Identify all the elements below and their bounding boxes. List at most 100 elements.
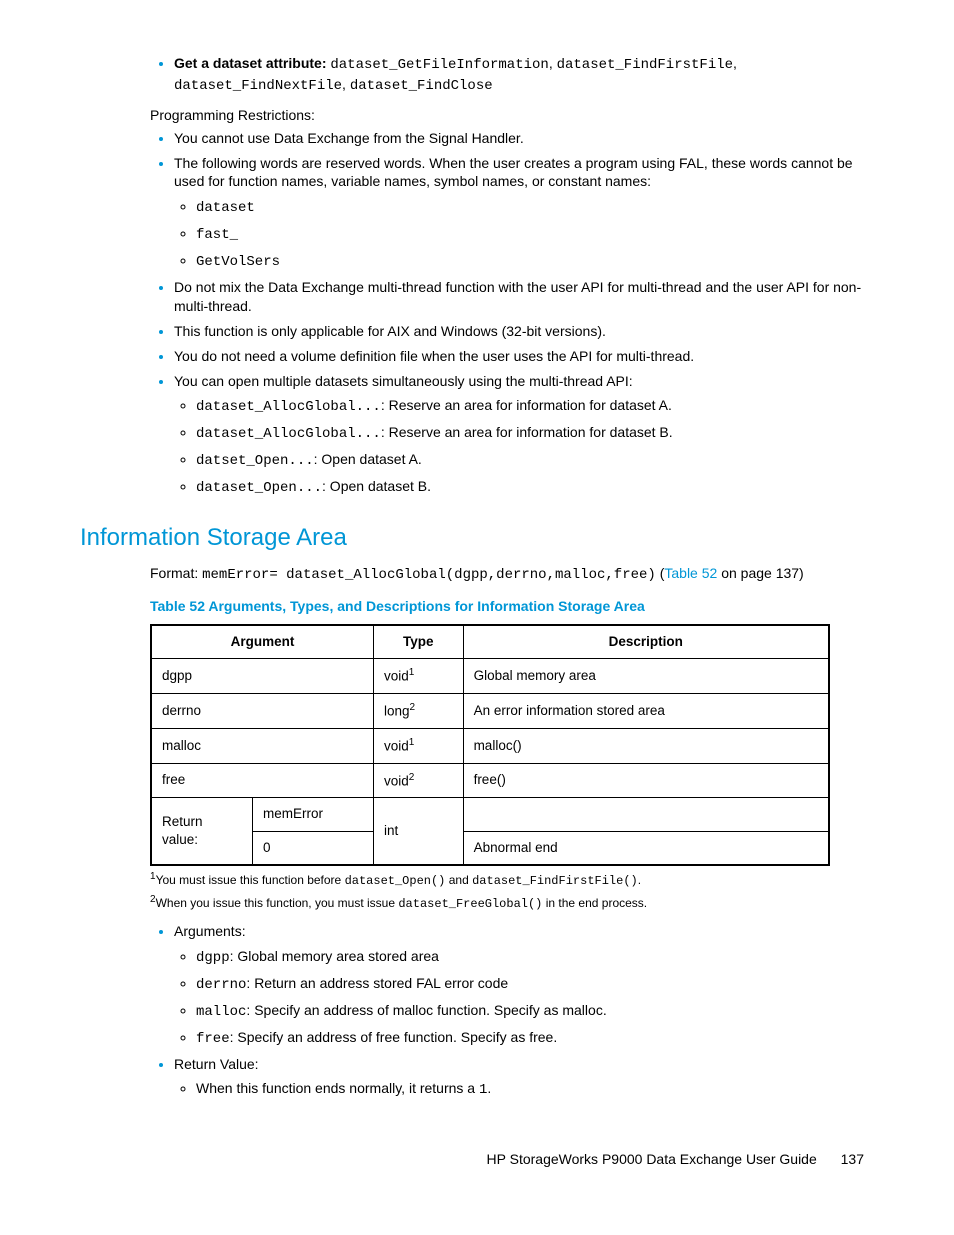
cell-type: long2 [374,694,464,729]
list-item: derrno: Return an address stored FAL err… [196,974,874,995]
list-item: You can open multiple datasets simultane… [174,372,874,498]
top-bullet-list: Get a dataset attribute: dataset_GetFile… [150,54,874,96]
arguments-table: Argument Type Description dgpp void1 Glo… [150,624,830,866]
footnote-1: 1You must issue this function before dat… [150,870,874,889]
code: dataset [196,200,255,216]
restrictions-list: You cannot use Data Exchange from the Si… [150,129,874,498]
code: dataset_Open... [196,480,322,496]
text: long [384,704,410,719]
cell-description [463,798,829,831]
code: free [196,1031,230,1047]
text: in the end process. [542,896,647,910]
footnote-2: 2When you issue this function, you must … [150,893,874,912]
code: dataset_FreeGlobal() [398,897,542,911]
bullet-lead: Get a dataset attribute: [174,55,330,71]
code: dataset_Open() [345,874,446,888]
top-bullet: Get a dataset attribute: dataset_GetFile… [174,54,874,96]
restrictions-label: Programming Restrictions: [150,106,874,125]
cell-description: malloc() [463,728,829,763]
cell-description: An error information stored area [463,694,829,729]
list-item: fast_ [196,224,874,245]
page-footer: HP StorageWorks P9000 Data Exchange User… [80,1150,874,1169]
table-row: 0 Abnormal end [151,831,829,865]
text: void [384,738,409,753]
reserved-words-list: dataset fast_ GetVolSers [174,197,874,272]
details-list: Arguments: dgpp: Global memory area stor… [150,922,874,1100]
list-item: dataset_AllocGlobal...: Reserve an area … [196,396,874,417]
sup: 2 [409,772,415,783]
sup: 2 [410,702,416,713]
cell-description: free() [463,763,829,798]
format-label: Format: [150,565,202,581]
cell-description: Abnormal end [463,831,829,865]
arguments-label: Arguments: [174,923,246,939]
text: void [384,773,409,788]
text: : Specify an address of malloc function.… [246,1002,606,1018]
code: memError= dataset_AllocGlobal(dgpp,derrn… [202,567,656,583]
list-item: dgpp: Global memory area stored area [196,947,874,968]
code: malloc [196,1004,246,1020]
cell-return-label: Return value: [151,798,253,865]
table-row: dgpp void1 Global memory area [151,659,829,694]
text: When you issue this function, you must i… [156,896,399,910]
sup: 1 [409,737,415,748]
code: fast_ [196,227,238,243]
list-item: GetVolSers [196,251,874,272]
sup: 1 [409,667,415,678]
code: datset_Open... [196,453,314,469]
cell-type: void1 [374,728,464,763]
list-item: malloc: Specify an address of malloc fun… [196,1001,874,1022]
list-item: free: Specify an address of free functio… [196,1028,874,1049]
text: You must issue this function before [156,873,345,887]
list-item: When this function ends normally, it ret… [196,1079,874,1100]
text: . [487,1080,491,1096]
code: dgpp [196,950,230,966]
page-number: 137 [841,1151,864,1167]
code: dataset_AllocGlobal... [196,399,381,415]
section-heading: Information Storage Area [80,522,874,554]
format-line: Format: memError= dataset_AllocGlobal(dg… [150,564,874,585]
list-item: dataset [196,197,874,218]
code: dataset_FindFirstFile [557,57,733,73]
cell-argument: 0 [253,831,374,865]
list-item: You cannot use Data Exchange from the Si… [174,129,874,148]
text: When this function ends normally, it ret… [196,1080,479,1096]
footer-title: HP StorageWorks P9000 Data Exchange User… [487,1151,817,1167]
cell-argument: memError [253,798,374,831]
table-row: derrno long2 An error information stored… [151,694,829,729]
list-item: You do not need a volume definition file… [174,347,874,366]
arguments-sublist: dgpp: Global memory area stored area der… [174,947,874,1049]
text: : Open dataset A. [314,451,422,467]
cell-argument: malloc [151,728,374,763]
code: GetVolSers [196,254,280,270]
table-row: free void2 free() [151,763,829,798]
text: The following words are reserved words. … [174,155,853,190]
text: : Specify an address of free function. S… [230,1029,558,1045]
text: : Reserve an area for information for da… [381,424,673,440]
list-item: Return Value: When this function ends no… [174,1055,874,1101]
list-item: dataset_AllocGlobal...: Reserve an area … [196,423,874,444]
table-header-row: Argument Type Description [151,625,829,659]
code: dataset_AllocGlobal... [196,426,381,442]
code: dataset_FindClose [350,78,493,94]
text: . [638,873,641,887]
th-description: Description [463,625,829,659]
table-caption: Table 52 Arguments, Types, and Descripti… [150,597,874,616]
code: dataset_GetFileInformation [330,57,548,73]
text: void [384,669,409,684]
multi-thread-steps: dataset_AllocGlobal...: Reserve an area … [174,396,874,498]
cell-type: int [374,798,464,865]
table-link[interactable]: Table 52 [664,565,717,581]
cell-type: void1 [374,659,464,694]
code: derrno [196,977,246,993]
text: You can open multiple datasets simultane… [174,373,633,389]
th-type: Type [374,625,464,659]
text: : Global memory area stored area [230,948,439,964]
list-item: This function is only applicable for AIX… [174,322,874,341]
text: : Open dataset B. [322,478,431,494]
code: dataset_FindFirstFile() [472,874,638,888]
list-item: The following words are reserved words. … [174,154,874,272]
cell-type: void2 [374,763,464,798]
table-row: malloc void1 malloc() [151,728,829,763]
text: on page 137) [717,565,803,581]
